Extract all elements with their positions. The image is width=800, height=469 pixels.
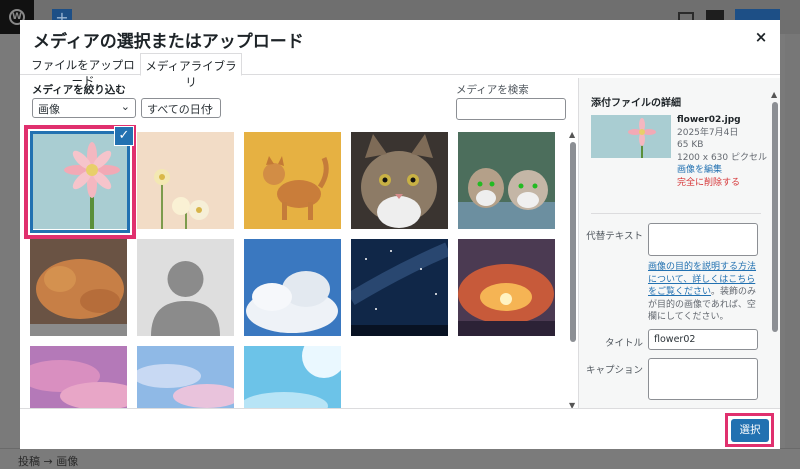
date-filter-value: すべての日付 (147, 103, 212, 116)
bright-sky-thumbnail (244, 346, 341, 408)
media-tabs: ファイルをアップロード メディアライブラリ (20, 53, 780, 89)
alt-text-field[interactable] (648, 223, 758, 256)
editor-footer: 投稿 → 画像 (0, 448, 800, 469)
grid-scroll-thumb[interactable] (570, 142, 576, 342)
poppies-thumbnail (137, 132, 234, 229)
ginger-cat-thumbnail (30, 239, 127, 336)
media-item-placeholder-avatar[interactable] (137, 239, 234, 336)
attachment-date: 2025年7月4日 (677, 127, 739, 138)
sidebar-scroll-thumb[interactable] (772, 102, 778, 332)
chevron-down-icon: ⌄ (205, 100, 215, 113)
title-label: タイトル (604, 338, 643, 349)
media-item-cat-yellow[interactable] (244, 132, 341, 229)
tab-media-library[interactable]: メディアライブラリ (140, 53, 242, 89)
flower-preview-image (591, 115, 671, 158)
attachment-size: 65 KB (677, 140, 704, 150)
select-button[interactable]: 選択 (731, 419, 769, 442)
close-button[interactable]: × (751, 27, 771, 47)
modal-title: メディアの選択またはアップロード (33, 32, 304, 52)
search-label: メディアを検索 (456, 84, 529, 96)
caption-field[interactable] (648, 358, 758, 400)
media-item-starry-sky[interactable] (351, 239, 448, 336)
media-item-bright-sky[interactable] (244, 346, 341, 408)
clouds-thumbnail (244, 239, 341, 336)
delete-permanently-link[interactable]: 完全に削除する (677, 177, 767, 190)
title-field[interactable]: flower02 (648, 329, 758, 350)
avatar-placeholder-thumbnail (137, 239, 234, 336)
sidebar-divider (591, 213, 761, 214)
media-item-pink-sky[interactable] (30, 346, 127, 408)
sunset-thumbnail (458, 239, 555, 336)
selected-item-border (30, 131, 130, 233)
tabby-cat-thumbnail (351, 132, 448, 229)
editor-right-edge (785, 34, 800, 469)
two-cats-thumbnail (458, 132, 555, 229)
attachment-meta: flower02.jpg 2025年7月4日 65 KB 1200 x 630 … (677, 114, 767, 189)
checkmark-icon[interactable]: ✓ (115, 127, 133, 145)
media-item-poppies[interactable] (137, 132, 234, 229)
blue-pink-sky-thumbnail (137, 346, 234, 408)
media-type-value: 画像 (38, 103, 60, 116)
media-item-sunset[interactable] (458, 239, 555, 336)
media-item-tabby-cat[interactable] (351, 132, 448, 229)
media-item-two-cats[interactable] (458, 132, 555, 229)
search-input[interactable] (456, 98, 566, 120)
modal-footer: 選択 (20, 408, 780, 449)
scroll-up-icon[interactable]: ▲ (569, 130, 575, 139)
tab-upload[interactable]: ファイルをアップロード (28, 53, 138, 88)
attachment-preview (591, 115, 671, 158)
attachment-details-title: 添付ファイルの詳細 (591, 98, 681, 109)
caption-label: キャプション (585, 365, 643, 376)
editor-breadcrumb: 投稿 → 画像 (18, 455, 79, 468)
date-filter-select[interactable]: すべての日付 ⌄ (141, 98, 221, 118)
attachment-dimensions: 1200 x 630 ピクセル (677, 152, 767, 163)
alt-text-help: 画像の目的を説明する方法について、詳しくはこちらをご覧ください。装飾のみが目的の… (648, 261, 760, 324)
media-modal: メディアの選択またはアップロード × ファイルをアップロード メディアライブラリ… (20, 20, 780, 449)
cat-thumbnail (244, 132, 341, 229)
starry-sky-thumbnail (351, 239, 448, 336)
scroll-up-icon[interactable]: ▲ (771, 90, 777, 99)
media-item-blue-pink-sky[interactable] (137, 346, 234, 408)
edit-image-link[interactable]: 画像を編集 (677, 164, 767, 177)
media-item-clouds[interactable] (244, 239, 341, 336)
attachment-details-sidebar: 添付ファイルの詳細 flower02.jpg 2025年7月4日 65 KB 1… (578, 78, 780, 438)
sidebar-scrollbar[interactable]: ▲ ▼ (771, 90, 779, 438)
pink-sky-thumbnail (30, 346, 127, 408)
media-item-ginger-cat[interactable] (30, 239, 127, 336)
chevron-down-icon: ⌄ (120, 100, 130, 113)
alt-text-label: 代替テキスト (586, 231, 643, 242)
attachment-filename: flower02.jpg (677, 115, 741, 125)
filter-label: メディアを絞り込む (32, 84, 126, 96)
media-type-select[interactable]: 画像 ⌄ (32, 98, 136, 118)
